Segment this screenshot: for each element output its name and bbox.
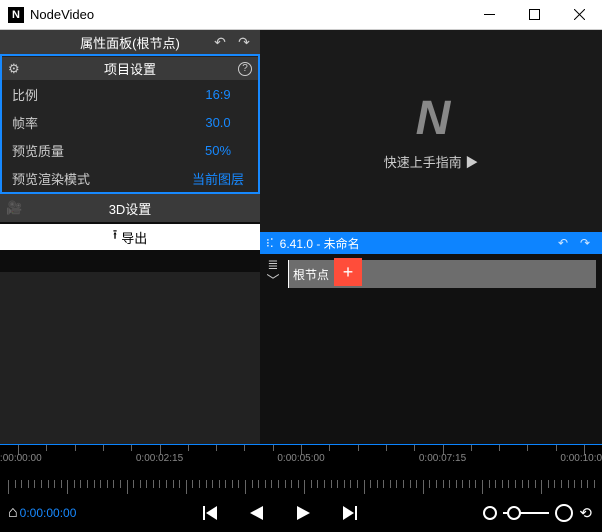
- time-ruler[interactable]: 0:00:00:00 0:00:02:15 0:00:05:00 0:00:07:15…: [0, 444, 602, 480]
- render-label: 预览渲染模式: [12, 169, 188, 188]
- quality-value[interactable]: 50%: [188, 143, 248, 158]
- export-icon: ⭱: [113, 226, 118, 248]
- panel-redo-icon[interactable]: ↷: [232, 30, 256, 54]
- zoom-out-icon[interactable]: [483, 506, 497, 520]
- ruler-label: 0:00:05:00: [277, 453, 324, 464]
- zoom-reset-icon[interactable]: ⟲: [579, 504, 592, 522]
- timeline-header: ⁝⁚ 6.41.0 - 未命名 ↶ ↷: [260, 232, 602, 254]
- ruler-label: 0:00:10:00: [560, 453, 602, 464]
- zoom-slider[interactable]: [503, 512, 549, 514]
- add-layer-button[interactable]: +: [330, 258, 362, 286]
- play-backward-button[interactable]: [249, 506, 265, 520]
- gear-icon: ⚙: [8, 61, 20, 77]
- help-icon[interactable]: ?: [238, 62, 252, 76]
- threed-label: 3D设置: [109, 199, 152, 218]
- time-ruler-sub[interactable]: [0, 480, 602, 494]
- panel-header: 属性面板(根节点) ↶ ↷: [0, 30, 260, 54]
- aspect-label: 比例: [12, 85, 188, 104]
- zoom-slider-knob[interactable]: [507, 506, 521, 520]
- timeline-undo-icon[interactable]: ↶: [552, 236, 574, 250]
- preview-quality-row[interactable]: 预览质量50%: [2, 136, 258, 164]
- title-bar: N NodeVideo: [0, 0, 602, 30]
- panel-undo-icon[interactable]: ↶: [208, 30, 232, 54]
- root-clip-label: 根节点: [293, 266, 333, 283]
- preview-area[interactable]: N 快速上手指南 ▶: [260, 30, 602, 232]
- empty-panel-area: [0, 272, 260, 444]
- export-button[interactable]: ⭱ 导出: [0, 224, 260, 250]
- close-button[interactable]: [557, 0, 602, 30]
- fps-label: 帧率: [12, 113, 188, 132]
- render-mode-row[interactable]: 预览渲染模式当前图层: [2, 164, 258, 192]
- app-logo-icon: N: [8, 7, 24, 23]
- quality-label: 预览质量: [12, 141, 188, 160]
- track-area[interactable]: ≣ ﹀ 根节点 +: [260, 254, 602, 444]
- ruler-label: 0:00:00:00: [0, 453, 42, 464]
- aspect-value[interactable]: 16:9: [188, 87, 248, 102]
- play-button[interactable]: [295, 506, 311, 520]
- nodevideo-logo-icon: N: [416, 91, 447, 146]
- property-panel: 属性面板(根节点) ↶ ↷ ⚙ 项目设置 ? 比例16:9 帧率30.0 预览质…: [0, 30, 260, 250]
- quick-start-guide-link[interactable]: 快速上手指南 ▶: [384, 152, 479, 171]
- fps-value[interactable]: 30.0: [188, 115, 248, 130]
- hierarchy-icon[interactable]: ⁝⁚: [266, 236, 274, 250]
- home-button[interactable]: ⌂: [8, 504, 18, 522]
- ruler-label: 0:00:02:15: [136, 453, 183, 464]
- panel-title: 属性面板(根节点): [80, 33, 180, 52]
- window-title: NodeVideo: [30, 7, 467, 22]
- ruler-label: 0:00:07:15: [419, 453, 466, 464]
- threed-settings-button[interactable]: 🎥 3D设置: [0, 194, 260, 222]
- export-label: 导出: [121, 228, 147, 247]
- project-settings-label: 项目设置: [104, 59, 156, 78]
- zoom-control: ⟲: [483, 504, 592, 522]
- timeline-redo-icon[interactable]: ↷: [574, 236, 596, 250]
- camera-icon: 🎥: [6, 200, 22, 216]
- project-settings-group: ⚙ 项目设置 ? 比例16:9 帧率30.0 预览质量50% 预览渲染模式当前图…: [0, 54, 260, 194]
- project-settings-header[interactable]: ⚙ 项目设置 ?: [2, 56, 258, 80]
- track-side-controls: ≣ ﹀: [260, 258, 286, 290]
- next-frame-button[interactable]: [341, 506, 357, 520]
- current-time-display[interactable]: 0:00:00:00: [20, 506, 77, 520]
- list-icon[interactable]: ≣: [268, 258, 279, 272]
- aspect-ratio-row[interactable]: 比例16:9: [2, 80, 258, 108]
- render-value[interactable]: 当前图层: [188, 169, 248, 188]
- maximize-button[interactable]: [512, 0, 557, 30]
- prev-frame-button[interactable]: [203, 506, 219, 520]
- track-row: ≣ ﹀ 根节点: [260, 258, 602, 290]
- minimize-button[interactable]: [467, 0, 512, 30]
- collapse-icon[interactable]: ﹀: [266, 274, 279, 288]
- zoom-in-icon[interactable]: [555, 504, 573, 522]
- timeline-title: 6.41.0 - 未命名: [280, 235, 360, 252]
- fps-row[interactable]: 帧率30.0: [2, 108, 258, 136]
- playback-controls: ⌂ 0:00:00:00 ⟲: [0, 494, 602, 532]
- plus-icon: +: [334, 258, 362, 286]
